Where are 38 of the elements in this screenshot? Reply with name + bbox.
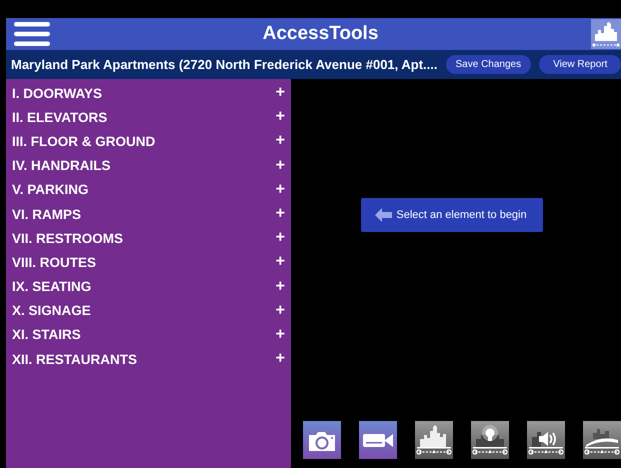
category-item[interactable]: III. FLOOR & GROUND	[12, 134, 156, 149]
expand-toggle[interactable]: +	[276, 278, 285, 296]
menu-icon[interactable]	[14, 22, 50, 46]
sound-tool-icon[interactable]	[527, 421, 565, 459]
light-tool-icon[interactable]	[471, 421, 509, 459]
skyline-tool-icon[interactable]	[415, 421, 453, 459]
category-item[interactable]: IV. HANDRAILS	[12, 158, 111, 174]
expand-toggle[interactable]: +	[276, 205, 285, 224]
expand-toggle[interactable]: +	[276, 84, 285, 102]
expand-toggle[interactable]: +	[276, 156, 285, 175]
left-arrow-icon	[375, 208, 392, 222]
header-button[interactable]: Save Changes	[446, 55, 532, 74]
expand-toggle[interactable]: +	[276, 253, 285, 272]
road-tool-icon[interactable]	[583, 421, 621, 459]
category-item[interactable]: VII. RESTROOMS	[12, 230, 124, 246]
expand-toggle[interactable]: +	[276, 302, 285, 320]
category-item[interactable]: V. PARKING	[12, 182, 89, 198]
select-element-button[interactable]: Select an element to begin	[361, 198, 543, 232]
app-title: AccessTools	[262, 23, 378, 45]
category-item[interactable]: I. DOORWAYS	[12, 86, 102, 101]
expand-toggle[interactable]: +	[276, 132, 285, 150]
category-item[interactable]: II. ELEVATORS	[12, 110, 108, 125]
expand-toggle[interactable]: +	[276, 326, 285, 344]
expand-toggle[interactable]: +	[276, 180, 285, 199]
category-item[interactable]: VI. RAMPS	[12, 206, 82, 222]
category-item[interactable]: XI. STAIRS	[12, 327, 81, 342]
location-title: Maryland Park Apartments (2720 North Frederick Avenue #001, Apt....	[11, 57, 438, 72]
camera-tool-icon[interactable]	[303, 421, 341, 459]
expand-toggle[interactable]: +	[276, 229, 285, 248]
skyline-logo-icon[interactable]	[591, 19, 621, 49]
category-item[interactable]: X. SIGNAGE	[12, 303, 91, 318]
category-item[interactable]: VIII. ROUTES	[12, 254, 96, 270]
category-item[interactable]: XII. RESTAURANTS	[12, 352, 138, 367]
video-tool-icon[interactable]	[359, 421, 397, 459]
category-item[interactable]: IX. SEATING	[12, 279, 92, 294]
expand-toggle[interactable]: +	[276, 350, 285, 368]
header-button[interactable]: View Report	[539, 55, 621, 74]
expand-toggle[interactable]: +	[276, 108, 285, 126]
